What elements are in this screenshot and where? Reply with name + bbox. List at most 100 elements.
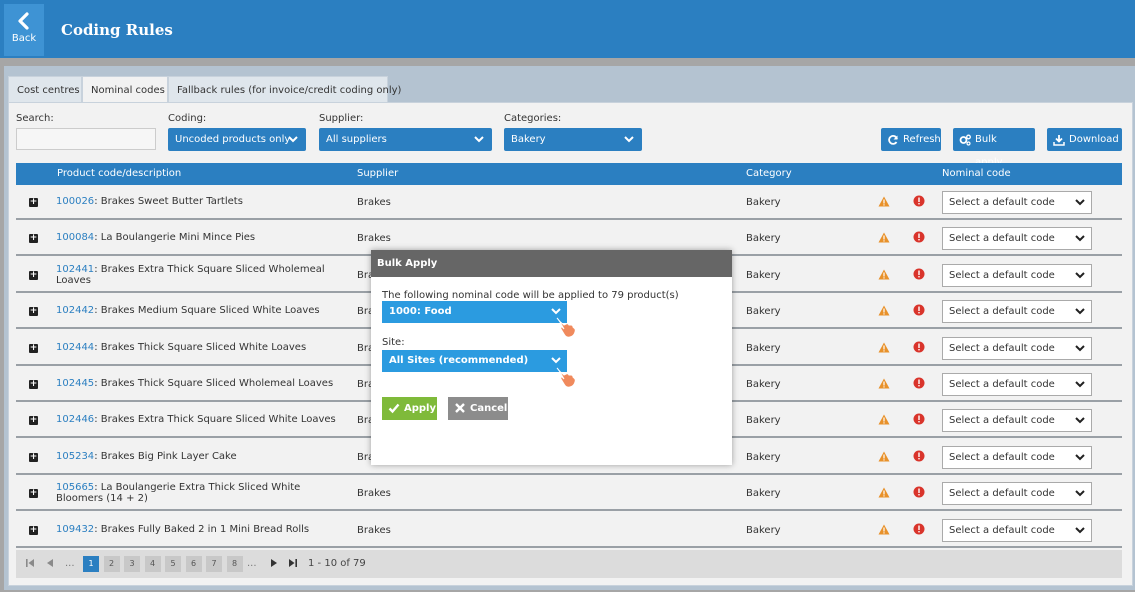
- category-cell: Bakery: [746, 379, 781, 390]
- back-button[interactable]: Back: [4, 4, 44, 56]
- expand-icon[interactable]: +: [29, 271, 38, 280]
- pager-dots-right: ...: [247, 558, 257, 569]
- product-cell: 100084: La Boulangerie Mini Mince Pies: [56, 232, 256, 243]
- nominal-code-select-value: Select a default code: [949, 197, 1055, 208]
- categories-dropdown[interactable]: Bakery: [504, 128, 642, 151]
- product-description: Brakes Extra Thick Square Sliced White L…: [100, 414, 336, 425]
- expand-icon[interactable]: +: [29, 416, 38, 425]
- nominal-code-select[interactable]: Select a default code: [942, 446, 1092, 469]
- site-dropdown[interactable]: All Sites (recommended): [382, 350, 567, 372]
- page-button-1[interactable]: 1: [83, 556, 99, 572]
- category-cell: Bakery: [746, 488, 781, 499]
- first-page-icon[interactable]: [25, 558, 35, 568]
- download-button[interactable]: Download: [1047, 128, 1122, 151]
- tab-fallback-rules[interactable]: Fallback rules (for invoice/credit codin…: [168, 76, 401, 103]
- product-cell: 102442: Brakes Medium Square Sliced Whit…: [56, 305, 320, 316]
- page-button-4[interactable]: 4: [144, 556, 161, 572]
- page-button-5[interactable]: 5: [165, 556, 181, 572]
- categories-label: Categories:: [504, 113, 562, 124]
- product-code-link[interactable]: 100084: [56, 232, 94, 243]
- product-description: Brakes Sweet Butter Tartlets: [100, 196, 243, 207]
- product-code-link[interactable]: 102442: [56, 305, 94, 316]
- warning-icon: [878, 232, 890, 243]
- error-icon: [913, 486, 925, 498]
- product-code-link[interactable]: 102444: [56, 342, 94, 353]
- error-icon: [913, 341, 925, 353]
- product-description: Brakes Thick Square Sliced Wholemeal Loa…: [100, 378, 334, 389]
- error-icon: [913, 413, 925, 425]
- page-button-2[interactable]: 2: [103, 556, 120, 572]
- nominal-code-select[interactable]: Select a default code: [942, 337, 1092, 360]
- next-page-icon[interactable]: [269, 558, 279, 568]
- error-icon: [913, 268, 925, 280]
- nominal-code-select[interactable]: Select a default code: [942, 264, 1092, 287]
- product-code-link[interactable]: 100026: [56, 196, 94, 207]
- page-button-8[interactable]: 8: [226, 556, 243, 572]
- site-label: Site:: [382, 337, 405, 348]
- coding-dropdown[interactable]: Uncoded products only: [168, 128, 306, 151]
- warning-icon: [878, 487, 890, 498]
- warning-icon: [878, 342, 890, 353]
- error-icon: [913, 377, 925, 389]
- page-title: Coding Rules: [61, 21, 173, 39]
- site-value: All Sites (recommended): [389, 355, 529, 366]
- search-input[interactable]: [16, 128, 156, 150]
- product-code-link[interactable]: 102446: [56, 414, 94, 425]
- apply-button[interactable]: Apply: [382, 397, 437, 420]
- col-product: Product code/description: [57, 168, 182, 179]
- product-code-link[interactable]: 105234: [56, 451, 94, 462]
- nominal-code-select-value: Select a default code: [949, 525, 1055, 536]
- gears-icon: [959, 134, 971, 146]
- nominal-code-dropdown[interactable]: 1000: Food: [382, 301, 567, 323]
- chevron-down-icon: [1075, 527, 1085, 534]
- expand-icon[interactable]: +: [29, 307, 38, 316]
- page-button-7[interactable]: 7: [206, 556, 222, 572]
- warning-icon: [878, 269, 890, 280]
- page-button-3[interactable]: 3: [124, 556, 140, 572]
- modal-title: Bulk Apply: [371, 250, 732, 277]
- chevron-down-icon: [288, 136, 298, 143]
- close-icon: [455, 403, 465, 413]
- nominal-code-select-value: Select a default code: [949, 343, 1055, 354]
- error-icon: [913, 304, 925, 316]
- page-button-6[interactable]: 6: [185, 556, 202, 572]
- nominal-code-select[interactable]: Select a default code: [942, 409, 1092, 432]
- cancel-button[interactable]: Cancel: [448, 397, 508, 420]
- nominal-code-select[interactable]: Select a default code: [942, 482, 1092, 505]
- tab-cost-centres[interactable]: Cost centres: [8, 76, 82, 103]
- supplier-cell: Brakes: [357, 488, 391, 499]
- expand-icon[interactable]: +: [29, 453, 38, 462]
- nominal-code-select-value: Select a default code: [949, 379, 1055, 390]
- product-code-link[interactable]: 102441: [56, 264, 94, 275]
- refresh-button[interactable]: Refresh: [881, 128, 941, 151]
- download-label: Download: [1069, 134, 1119, 145]
- expand-icon[interactable]: +: [29, 198, 38, 207]
- last-page-icon[interactable]: [288, 558, 298, 568]
- expand-icon[interactable]: +: [29, 489, 38, 498]
- coding-value: Uncoded products only: [175, 134, 291, 145]
- nominal-code-select[interactable]: Select a default code: [942, 227, 1092, 250]
- table-row: +100026: Brakes Sweet Butter Tartlets Bra…: [16, 185, 1122, 220]
- product-code-link[interactable]: 102445: [56, 378, 94, 389]
- supplier-value: All suppliers: [326, 134, 387, 145]
- expand-icon[interactable]: +: [29, 526, 38, 535]
- supplier-label: Supplier:: [319, 113, 364, 124]
- expand-icon[interactable]: +: [29, 234, 38, 243]
- expand-icon[interactable]: +: [29, 380, 38, 389]
- product-cell: 105234: Brakes Big Pink Layer Cake: [56, 451, 237, 462]
- prev-page-icon[interactable]: [45, 558, 55, 568]
- chevron-left-icon: [18, 12, 29, 30]
- pagination: ... 12345678 ... 1 - 10 of 79: [16, 550, 1122, 578]
- col-supplier: Supplier: [357, 168, 399, 179]
- nominal-code-select[interactable]: Select a default code: [942, 300, 1092, 323]
- product-code-link[interactable]: 105665: [56, 482, 94, 493]
- expand-icon[interactable]: +: [29, 344, 38, 353]
- supplier-dropdown[interactable]: All suppliers: [319, 128, 492, 151]
- nominal-code-select[interactable]: Select a default code: [942, 373, 1092, 396]
- product-description: La Boulangerie Mini Mince Pies: [100, 232, 256, 243]
- bulk-apply-button[interactable]: Bulk apply...: [953, 128, 1035, 168]
- product-code-link[interactable]: 109432: [56, 524, 94, 535]
- nominal-code-select[interactable]: Select a default code: [942, 191, 1092, 214]
- tab-nominal-codes[interactable]: Nominal codes: [82, 76, 168, 103]
- nominal-code-select[interactable]: Select a default code: [942, 519, 1092, 542]
